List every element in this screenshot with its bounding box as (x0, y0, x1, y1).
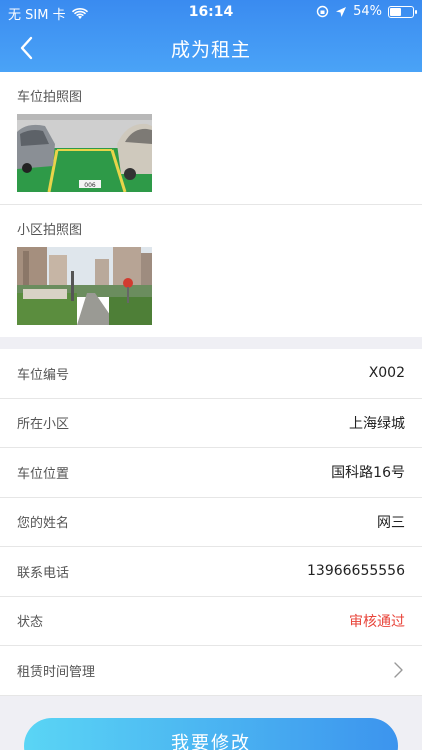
row-phone: 联系电话 13966655556 (0, 547, 422, 597)
row-rental-time-management[interactable]: 租赁时间管理 (0, 646, 422, 696)
row-space-number: 车位编号 X002 (0, 349, 422, 399)
row-key: 所在小区 (17, 417, 70, 433)
row-key: 联系电话 (17, 565, 70, 581)
battery-icon (388, 5, 417, 18)
chevron-right-icon (394, 662, 403, 678)
parking-photo-label: 车位拍照图 (17, 90, 83, 105)
parking-photo-section: 车位拍照图 006 (0, 72, 422, 204)
orientation-lock-icon (316, 5, 329, 18)
row-key: 状态 (17, 615, 44, 631)
row-value: X002 (368, 365, 405, 382)
row-value: 国科路16号 (331, 465, 405, 482)
page-title: 成为租主 (170, 39, 251, 61)
row-name: 您的姓名 网三 (0, 498, 422, 547)
community-photo-section: 小区拍照图 (0, 205, 422, 337)
row-location: 车位位置 国科路16号 (0, 448, 422, 498)
parking-photo[interactable]: 006 (17, 114, 152, 192)
row-key: 车位位置 (17, 466, 70, 482)
top-bar: 无 SIM 卡 16:14 54% 成为租主 (0, 0, 422, 72)
community-photo[interactable] (17, 247, 152, 325)
status-bar: 无 SIM 卡 16:14 54% (0, 0, 422, 24)
battery-fill (390, 7, 401, 16)
community-photo-label: 小区拍照图 (17, 223, 83, 238)
info-list: 车位编号 X002 所在小区 上海绿城 车位位置 国科路16号 您的姓名 网三 … (0, 349, 422, 696)
row-key: 您的姓名 (17, 516, 70, 532)
row-status: 状态 审核通过 (0, 597, 422, 646)
status-value: 审核通过 (349, 613, 405, 630)
edit-button[interactable]: 我要修改 (24, 718, 398, 750)
nav-bar: 成为租主 (0, 24, 422, 72)
location-arrow-icon (336, 6, 347, 17)
row-community: 所在小区 上海绿城 (0, 399, 422, 448)
row-value: 13966655556 (307, 563, 405, 580)
parking-sign-text: 006 (84, 182, 96, 189)
row-value: 上海绿城 (349, 415, 405, 432)
row-key: 车位编号 (17, 367, 70, 383)
row-key: 租赁时间管理 (17, 664, 96, 680)
row-value: 网三 (377, 514, 405, 531)
battery-percent: 54% (353, 4, 382, 19)
